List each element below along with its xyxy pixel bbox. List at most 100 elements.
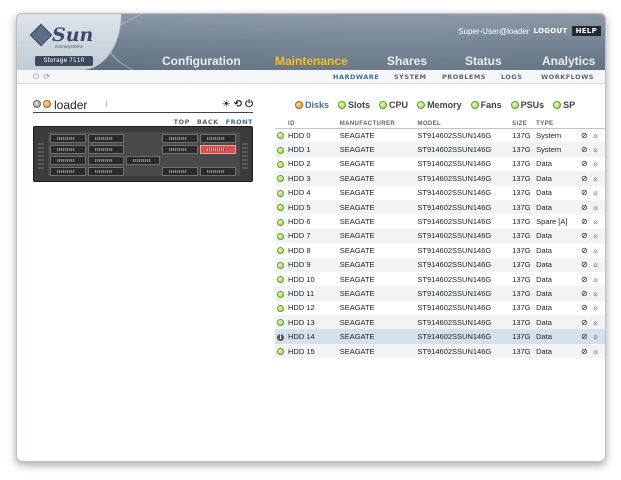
sun-logo[interactable]: Sun <box>29 23 93 47</box>
category-memory[interactable]: Memory <box>417 100 462 110</box>
locate-icon[interactable]: ☼ <box>592 203 599 212</box>
offline-icon[interactable]: ⊘ <box>581 145 588 154</box>
disk-bay[interactable] <box>200 167 236 176</box>
header-id[interactable]: ID <box>286 118 338 129</box>
locate-icon[interactable]: ☼ <box>592 174 599 183</box>
offline-icon[interactable]: ⊘ <box>581 188 588 197</box>
locate-icon[interactable]: ☼ <box>592 303 599 312</box>
table-row[interactable]: HDD 6 SEAGATE ST914602SSUN146G 137G Spare [A… <box>275 214 605 228</box>
chassis-front-view[interactable] <box>33 126 253 182</box>
tab-configuration[interactable]: Configuration <box>162 54 241 68</box>
offline-icon[interactable]: ⊘ <box>581 203 588 212</box>
locate-icon[interactable]: ☼ <box>592 318 599 327</box>
table-row[interactable]: HDD 8 SEAGATE ST914602SSUN146G 137G Data ⊘ ☼ <box>275 243 605 257</box>
disk-bay[interactable] <box>88 134 124 143</box>
disk-bay[interactable] <box>50 134 86 143</box>
locate-icon[interactable]: ☼ <box>592 347 599 356</box>
locate-icon[interactable]: ☼ <box>592 159 599 168</box>
disk-bay[interactable] <box>88 167 124 176</box>
table-row[interactable]: HDD 12 SEAGATE ST914602SSUN146G 137G Data ⊘ ☼ <box>275 301 605 315</box>
disk-bay[interactable] <box>88 145 124 154</box>
category-cpu[interactable]: CPU <box>379 100 408 110</box>
locate-icon[interactable]: ☼ <box>592 145 599 154</box>
disk-bay[interactable] <box>88 156 124 165</box>
subnav-workflows[interactable]: WORKFLOWS <box>541 73 594 81</box>
tab-shares[interactable]: Shares <box>387 54 427 68</box>
table-row[interactable]: HDD 15 SEAGATE ST914602SSUN146G 137G Data ⊘ ☼ <box>275 343 605 359</box>
offline-icon[interactable]: ⊘ <box>581 289 588 298</box>
offline-icon[interactable]: ⊘ <box>581 246 588 255</box>
offline-icon[interactable]: ⊘ <box>581 231 588 240</box>
offline-icon[interactable]: ⊘ <box>581 332 588 341</box>
subnav-problems[interactable]: PROBLEMS <box>442 73 486 81</box>
disk-bay[interactable] <box>162 145 198 154</box>
table-row[interactable]: HDD 9 SEAGATE ST914602SSUN146G 137G Data ⊘ ☼ <box>275 257 605 272</box>
locate-icon[interactable]: ☼ <box>592 332 599 341</box>
power-icon[interactable]: ⏻ <box>33 72 39 82</box>
power-icon[interactable]: ⏻ <box>245 99 253 110</box>
edit-cursor-icon[interactable]: I <box>105 100 108 110</box>
category-fans[interactable]: Fans <box>470 100 502 110</box>
locate-icon[interactable]: ☼ <box>592 289 599 298</box>
tab-maintenance[interactable]: Maintenance <box>275 54 348 68</box>
category-slots[interactable]: Slots <box>338 100 370 110</box>
disk-bay-selected[interactable] <box>200 145 236 154</box>
disk-bay[interactable] <box>126 156 160 165</box>
table-row[interactable]: HDD 1 SEAGATE ST914602SSUN146G 137G System ⊘ ☼ <box>275 142 605 157</box>
header-model[interactable]: MODEL <box>415 118 511 129</box>
header-manufacturer[interactable]: MANUFACTURER <box>337 118 416 129</box>
table-row[interactable]: HDD 2 SEAGATE ST914602SSUN146G 137G Data ⊘ ☼ <box>275 157 605 171</box>
locate-icon[interactable]: ☼ <box>592 231 599 240</box>
header-size[interactable]: SIZE <box>510 118 535 129</box>
table-row[interactable]: HDD 0 SEAGATE ST914602SSUN146G 137G System ⊘ ☼ <box>275 128 605 142</box>
help-button[interactable]: HELP <box>571 26 601 36</box>
locate-icon[interactable]: ☼ <box>592 217 599 226</box>
table-row[interactable]: HDD 7 SEAGATE ST914602SSUN146G 137G Data ⊘ ☼ <box>275 228 605 244</box>
tab-analytics[interactable]: Analytics <box>542 54 595 68</box>
category-disks[interactable]: Disks <box>295 100 329 110</box>
table-row[interactable]: i HDD 14 SEAGATE ST914602SSUN146G 137G Data ⊘ ☼ <box>275 329 605 344</box>
disk-bay[interactable] <box>162 134 198 143</box>
table-row[interactable]: HDD 5 SEAGATE ST914602SSUN146G 137G Data ⊘ ☼ <box>275 199 605 215</box>
locate-icon[interactable]: ☼ <box>592 275 599 284</box>
subnav-logs[interactable]: LOGS <box>501 73 522 81</box>
logout-link[interactable]: LOGOUT <box>533 27 567 35</box>
disk-bay[interactable] <box>50 156 86 165</box>
locate-icon[interactable]: ☼ <box>592 131 599 140</box>
offline-icon[interactable]: ⊘ <box>581 318 588 327</box>
table-row[interactable]: HDD 13 SEAGATE ST914602SSUN146G 137G Data ⊘ ☼ <box>275 315 605 330</box>
disk-bay[interactable] <box>162 167 198 176</box>
subnav-hardware[interactable]: HARDWARE <box>333 73 379 81</box>
header-type[interactable]: TYPE <box>534 118 579 129</box>
row-id: HDD 7 <box>288 231 311 241</box>
tab-status[interactable]: Status <box>465 54 502 68</box>
view-back[interactable]: BACK <box>197 118 219 126</box>
category-sp[interactable]: SP <box>553 100 575 110</box>
view-top[interactable]: TOP <box>174 118 190 126</box>
offline-icon[interactable]: ⊘ <box>581 303 588 312</box>
system-info-icon[interactable] <box>33 100 41 108</box>
offline-icon[interactable]: ⊘ <box>581 275 588 284</box>
table-row[interactable]: HDD 3 SEAGATE ST914602SSUN146G 137G Data ⊘ ☼ <box>275 171 605 186</box>
table-row[interactable]: HDD 11 SEAGATE ST914602SSUN146G 137G Data ⊘ ☼ <box>275 286 605 301</box>
offline-icon[interactable]: ⊘ <box>581 347 588 356</box>
refresh-icon[interactable]: ⟳ <box>43 72 50 82</box>
locate-icon[interactable]: ☼ <box>592 246 599 255</box>
table-row[interactable]: HDD 4 SEAGATE ST914602SSUN146G 137G Data ⊘ ☼ <box>275 186 605 200</box>
disk-bay[interactable] <box>50 145 86 154</box>
offline-icon[interactable]: ⊘ <box>581 260 588 269</box>
subnav-system[interactable]: SYSTEM <box>394 73 426 81</box>
locate-icon[interactable]: ☀ <box>222 99 231 110</box>
restart-icon[interactable]: ⟲ <box>234 99 242 110</box>
disk-bay[interactable] <box>200 134 236 143</box>
table-row[interactable]: HDD 10 SEAGATE ST914602SSUN146G 137G Data ⊘ ☼ <box>275 272 605 286</box>
locate-icon[interactable]: ☼ <box>592 260 599 269</box>
locate-icon[interactable]: ☼ <box>592 188 599 197</box>
offline-icon[interactable]: ⊘ <box>581 131 588 140</box>
offline-icon[interactable]: ⊘ <box>581 217 588 226</box>
view-front[interactable]: FRONT <box>226 118 253 126</box>
offline-icon[interactable]: ⊘ <box>581 174 588 183</box>
category-psus[interactable]: PSUs <box>510 100 544 110</box>
disk-bay[interactable] <box>50 167 86 176</box>
offline-icon[interactable]: ⊘ <box>581 159 588 168</box>
